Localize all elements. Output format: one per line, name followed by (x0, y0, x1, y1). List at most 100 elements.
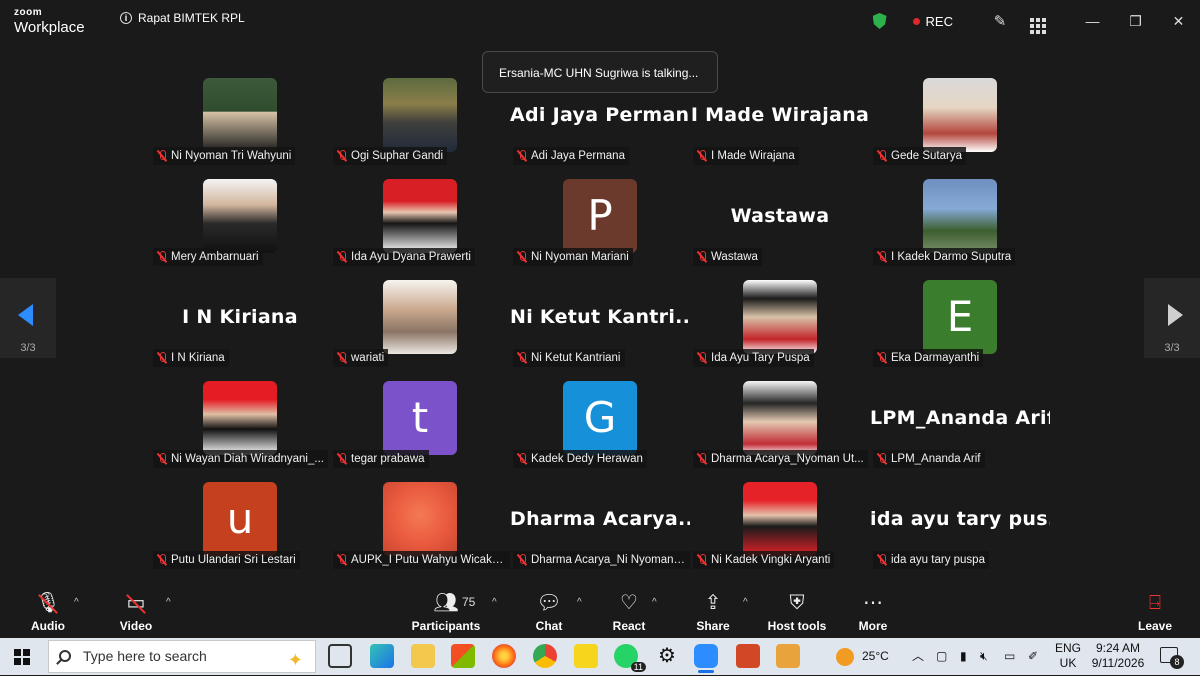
participants-icon: 👥︎ (433, 592, 459, 614)
participant-tile[interactable]: Ida Ayu Dyana Prawerti (330, 173, 510, 274)
task-view-icon[interactable] (328, 644, 352, 668)
participant-video (203, 78, 277, 152)
recording-indicator[interactable]: REC (912, 14, 953, 29)
participant-name-label: Ida Ayu Dyana Prawerti (333, 248, 475, 266)
participant-tile[interactable]: wariati (330, 274, 510, 375)
weather-widget[interactable]: 25°C (836, 638, 889, 675)
participant-tile[interactable]: Ni Wayan Diah Wiradnyani_... (150, 375, 330, 476)
share-button[interactable]: ⇪ Share (690, 583, 736, 637)
participant-tile[interactable]: u Putu Ulandari Sri Lestari (150, 476, 330, 577)
chat-button[interactable]: 💬︎ Chat (526, 583, 572, 637)
participant-name-label: Mery Ambarnuari (153, 248, 263, 266)
windows-taskbar: Type here to search ✦ 11 ⚙ 25°C ︿ ▢ ▮ 🔇︎… (0, 638, 1200, 675)
brand-bottom: Workplace (14, 19, 85, 36)
participant-name-label: Dharma Acarya_Ni Nyoman ... (513, 551, 690, 569)
security-shield-icon[interactable] (872, 13, 887, 29)
previous-page-button[interactable]: 3/3 (0, 278, 56, 358)
participant-tile[interactable]: G Kadek Dedy Herawan (510, 375, 690, 476)
participant-tile[interactable]: Wastawa Wastawa (690, 173, 870, 274)
notification-center-icon[interactable]: 8 (1160, 647, 1184, 669)
audio-button[interactable]: 🎙︎ Audio (20, 583, 76, 637)
file-explorer-icon[interactable] (411, 644, 435, 668)
participant-video (383, 179, 457, 253)
video-button[interactable]: ▭ Video (108, 583, 164, 637)
tray-chevron-icon[interactable]: ︿ (912, 638, 924, 675)
clock[interactable]: 9:24 AM 9/11/2026 (1086, 641, 1150, 671)
tray-device-icon[interactable]: ▢ (936, 638, 947, 675)
battery-icon[interactable]: ▭ (1004, 638, 1015, 675)
restore-button[interactable]: ❐ (1114, 13, 1157, 30)
muted-mic-icon (697, 453, 707, 465)
participant-tile[interactable]: LPM_Ananda Arif LPM_Ananda Arif (870, 375, 1050, 476)
react-options-caret[interactable]: ^ (652, 597, 657, 608)
participant-tile[interactable]: Dharma Acarya_Nyoman Ut... (690, 375, 870, 476)
powerpoint-icon[interactable] (736, 644, 760, 668)
more-dots-icon: ⋯ (863, 592, 883, 614)
chat-options-caret[interactable]: ^ (577, 597, 582, 608)
muted-mic-icon (157, 352, 167, 364)
participants-button[interactable]: 👥︎ Participants (410, 583, 482, 637)
participant-tile[interactable]: AUPK_I Putu Wahyu Wicaks... (330, 476, 510, 577)
participant-tile[interactable]: Mery Ambarnuari (150, 173, 330, 274)
muted-mic-icon (697, 150, 707, 162)
participant-video (743, 381, 817, 455)
participant-display-name: LPM_Ananda Arif (870, 407, 1050, 429)
participant-name-label: Wastawa (693, 248, 762, 266)
speaker-muted-icon[interactable]: 🔇︎ (980, 638, 988, 675)
video-options-caret[interactable]: ^ (166, 597, 171, 608)
participant-tile[interactable]: I Kadek Darmo Suputra (870, 173, 1050, 274)
microsoft-store-icon[interactable] (451, 644, 475, 668)
participant-avatar: t (383, 381, 457, 455)
media-player-icon[interactable] (776, 644, 800, 668)
view-grid-icon[interactable] (1019, 9, 1057, 34)
participant-tile[interactable]: E Eka Darmayanthi (870, 274, 1050, 375)
info-icon[interactable]: i (120, 12, 132, 24)
participant-tile[interactable]: Dharma Acarya... Dharma Acarya_Ni Nyoman … (510, 476, 690, 577)
share-options-caret[interactable]: ^ (743, 597, 748, 608)
participant-tile[interactable]: Ida Ayu Tary Puspa (690, 274, 870, 375)
participant-name-label: Ni Ketut Kantriani (513, 349, 625, 367)
close-button[interactable]: ✕ (1157, 13, 1200, 30)
annotate-pen-icon[interactable]: ✎ (981, 12, 1019, 30)
chrome-icon[interactable] (533, 644, 557, 668)
muted-mic-icon (877, 150, 887, 162)
react-button[interactable]: ♡ React (605, 583, 653, 637)
audio-options-caret[interactable]: ^ (74, 597, 79, 608)
participant-tile[interactable]: Ni Kadek Vingki Aryanti (690, 476, 870, 577)
minimize-button[interactable]: — (1071, 13, 1114, 29)
page-indicator-left: 3/3 (20, 342, 36, 354)
rec-dot-icon (912, 17, 920, 25)
participant-tile[interactable]: I N Kiriana I N Kiriana (150, 274, 330, 375)
windows-start-icon[interactable] (14, 649, 30, 665)
leave-button[interactable]: ⍈ Leave (1132, 583, 1178, 637)
participant-name-label: Ogi Suphar Gandi (333, 147, 448, 165)
participant-tile[interactable]: ida ayu tary pus... ida ayu tary puspa (870, 476, 1050, 577)
zoom-app-icon[interactable] (694, 644, 718, 673)
tray-usb-icon[interactable]: ▮ (960, 638, 967, 675)
firefox-icon[interactable] (492, 644, 516, 668)
more-button[interactable]: ⋯ More (850, 583, 896, 637)
participant-tile[interactable]: Ni Nyoman Tri Wahyuni (150, 72, 330, 173)
whatsapp-icon[interactable]: 11 (614, 644, 646, 672)
sticky-notes-icon[interactable] (574, 644, 598, 668)
next-page-button[interactable]: 3/3 (1144, 278, 1200, 358)
participants-options-caret[interactable]: ^ (492, 597, 497, 608)
settings-gear-icon[interactable]: ⚙ (655, 644, 679, 668)
participant-name-label: Putu Ulandari Sri Lestari (153, 551, 300, 569)
participant-tile[interactable]: t tegar prabawa (330, 375, 510, 476)
share-screen-icon: ⇪ (704, 592, 722, 614)
taskbar-search-input[interactable]: Type here to search ✦ (48, 640, 316, 673)
participant-tile[interactable]: Gede Sutarya (870, 72, 1050, 173)
participant-tile[interactable]: P Ni Nyoman Mariani (510, 173, 690, 274)
host-tools-button[interactable]: ⛨ Host tools (766, 583, 828, 637)
language-indicator[interactable]: ENG UK (1055, 641, 1081, 671)
participant-name-label: Eka Darmayanthi (873, 349, 984, 367)
edge-icon[interactable] (370, 644, 394, 668)
participant-name-label: Kadek Dedy Herawan (513, 450, 647, 468)
pen-icon[interactable]: ✐ (1028, 638, 1038, 675)
participant-tile[interactable]: Ni Ketut Kantri... Ni Ketut Kantriani (510, 274, 690, 375)
participant-name-label: AUPK_I Putu Wahyu Wicaks... (333, 551, 510, 569)
meeting-info[interactable]: i Rapat BIMTEK RPL (120, 11, 245, 25)
leave-door-icon: ⍈ (1149, 592, 1161, 614)
participant-name-label: wariati (333, 349, 389, 367)
